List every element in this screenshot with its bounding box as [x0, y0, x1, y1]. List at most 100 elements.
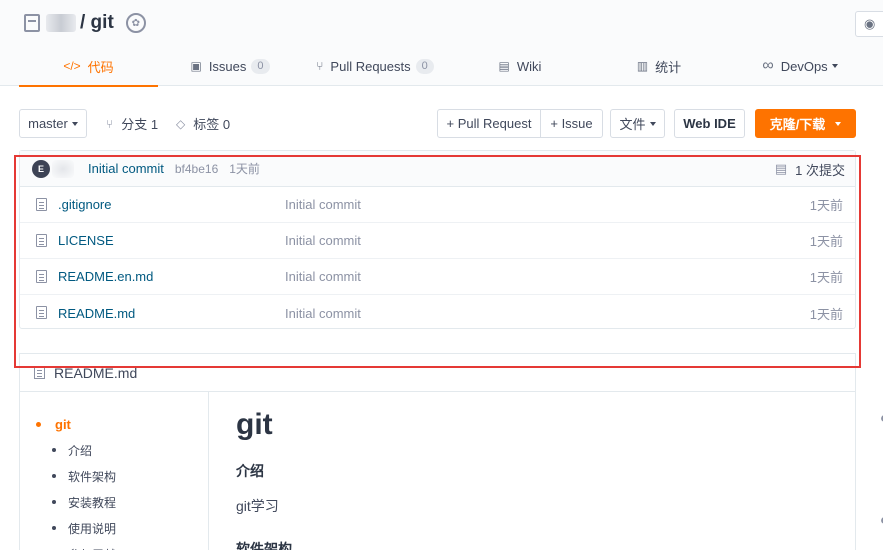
file-time: 1天前 — [809, 198, 843, 213]
tags-label: 标签 0 — [193, 117, 231, 132]
repo-path[interactable]: / git — [80, 12, 114, 34]
owner-name-redacted[interactable] — [46, 14, 76, 32]
file-name-link[interactable]: LICENSE — [58, 233, 114, 248]
web-ide-button[interactable]: Web IDE — [674, 109, 745, 138]
wiki-icon: ▤ — [498, 59, 510, 73]
repo-icon — [24, 14, 40, 32]
file-time: 1天前 — [809, 270, 843, 285]
file-menu-button[interactable]: 文件 — [610, 109, 665, 138]
readme-content: git 介绍 git学习 软件架构 — [236, 408, 292, 550]
file-commit-link[interactable]: Initial commit — [285, 233, 361, 248]
file-icon — [36, 306, 47, 319]
branch-icon: ⑂ — [106, 116, 114, 131]
readme-section-heading: 软件架构 — [236, 541, 292, 550]
stats-icon: ▥ — [636, 59, 649, 73]
tab-label: DevOps — [780, 58, 828, 74]
side-handle-icon: ◖ — [878, 512, 883, 529]
repo-title: / git ✿ — [24, 12, 146, 34]
file-icon — [34, 366, 45, 379]
readme-header: README.md — [19, 353, 856, 391]
file-name-link[interactable]: README.md — [58, 306, 135, 321]
commit-time: 1天前 — [229, 162, 260, 176]
issues-icon: ▣ — [190, 59, 202, 73]
toc-item[interactable]: 安装教程 — [20, 489, 208, 515]
readme-paragraph: git学习 — [236, 498, 279, 514]
repo-header: / git ✿ ◉ </> 代码 ▣ Issues 0 ⑂ Pull Reque… — [0, 0, 883, 87]
toc-item[interactable]: 介绍 — [20, 437, 208, 463]
clone-download-button[interactable]: 克隆/下载 — [755, 109, 856, 138]
commit-message-link[interactable]: Initial commit — [88, 161, 164, 176]
tab-label: 代码 — [87, 59, 114, 75]
tab-stats[interactable]: ▥ 统计 — [634, 46, 684, 86]
chevron-down-icon — [835, 121, 842, 126]
branches-label: 分支 1 — [121, 117, 159, 132]
new-pull-request-button[interactable]: + Pull Request — [437, 109, 541, 138]
file-name-link[interactable]: README.en.md — [58, 269, 153, 284]
tab-count: 0 — [251, 58, 270, 74]
toc-item[interactable]: git — [20, 411, 208, 437]
recommend-badge-icon: ✿ — [125, 13, 146, 33]
file-icon — [36, 234, 47, 247]
file-time: 1天前 — [809, 306, 843, 322]
side-handle-icon: ⋮ — [878, 111, 883, 131]
tag-icon: ◇ — [176, 116, 186, 131]
table-row[interactable]: README.md Initial commit 1天前 — [20, 295, 855, 331]
issue-label: + Issue — [550, 116, 593, 131]
commit-hash[interactable]: bf4be16 — [175, 162, 218, 176]
side-handle-icon: ◖ — [878, 410, 883, 427]
table-row[interactable]: README.en.md Initial commit 1天前 — [20, 259, 855, 295]
file-name-link[interactable]: .gitignore — [58, 197, 111, 212]
readme-toc: git 介绍 软件架构 安装教程 使用说明 参与贡献 — [20, 392, 209, 550]
code-icon: </> — [63, 59, 81, 73]
infinity-icon: ∞ — [762, 57, 774, 74]
file-tree: E Initial commit bf4be16 1天前 ▤ 1 次提交 .gi… — [19, 150, 856, 329]
latest-commit-bar: E Initial commit bf4be16 1天前 ▤ 1 次提交 — [20, 151, 855, 187]
tab-label: 统计 — [655, 59, 682, 75]
repo-toolbar: master ⑂ 分支 1 ◇ 标签 0 + Pull Request + Is… — [19, 109, 859, 139]
readme-filename: README.md — [54, 364, 138, 381]
branches-link[interactable]: ⑂ 分支 1 — [106, 109, 158, 138]
avatar[interactable]: E — [32, 159, 50, 178]
new-issue-button[interactable]: + Issue — [540, 109, 603, 138]
chevron-down-icon — [71, 121, 78, 126]
clone-label: 克隆/下载 — [769, 117, 826, 132]
file-label: 文件 — [619, 117, 646, 132]
eye-icon: ◉ — [864, 16, 876, 31]
tags-link[interactable]: ◇ 标签 0 — [176, 109, 230, 138]
tab-pull-requests[interactable]: ⑂ Pull Requests 0 — [314, 46, 436, 86]
file-icon — [36, 198, 47, 211]
repo-tabs: </> 代码 ▣ Issues 0 ⑂ Pull Requests 0 ▤ Wi… — [0, 46, 883, 87]
author-name-redacted — [52, 159, 74, 178]
commit-count-label: 1 次提交 — [795, 162, 845, 178]
tab-label: Wiki — [516, 58, 542, 74]
commit-history-icon: ▤ — [774, 161, 788, 176]
toc-item[interactable]: 软件架构 — [20, 463, 208, 489]
tab-issues[interactable]: ▣ Issues 0 — [190, 46, 270, 86]
tab-count: 0 — [415, 58, 434, 74]
tab-code[interactable]: </> 代码 — [19, 46, 158, 87]
chevron-down-icon — [831, 64, 838, 68]
table-row[interactable]: LICENSE Initial commit 1天前 — [20, 223, 855, 259]
commit-count-link[interactable]: ▤ 1 次提交 — [775, 151, 845, 187]
file-icon — [36, 270, 47, 283]
branch-label: master — [28, 116, 68, 131]
tab-wiki[interactable]: ▤ Wiki — [495, 46, 545, 86]
toc-item[interactable]: 使用说明 — [20, 515, 208, 541]
tab-devops[interactable]: ∞ DevOps — [757, 46, 843, 86]
chevron-down-icon — [649, 121, 656, 126]
readme-title: git — [236, 408, 273, 441]
tab-label: Issues — [208, 58, 247, 74]
web-ide-label: Web IDE — [683, 116, 736, 131]
file-commit-link[interactable]: Initial commit — [285, 269, 361, 284]
file-time: 1天前 — [809, 234, 843, 249]
file-commit-link[interactable]: Initial commit — [285, 197, 361, 212]
readme-body: git 介绍 软件架构 安装教程 使用说明 参与贡献 git 介绍 git学习 … — [19, 391, 856, 550]
table-row[interactable]: .gitignore Initial commit 1天前 — [20, 187, 855, 223]
branch-select[interactable]: master — [19, 109, 87, 138]
tab-label: Pull Requests — [330, 58, 411, 74]
pull-request-label: + Pull Request — [446, 116, 532, 131]
toc-item[interactable]: 参与贡献 — [20, 541, 208, 550]
pull-request-icon: ⑂ — [316, 59, 324, 73]
watch-button[interactable]: ◉ — [855, 11, 883, 37]
file-commit-link[interactable]: Initial commit — [285, 306, 361, 321]
